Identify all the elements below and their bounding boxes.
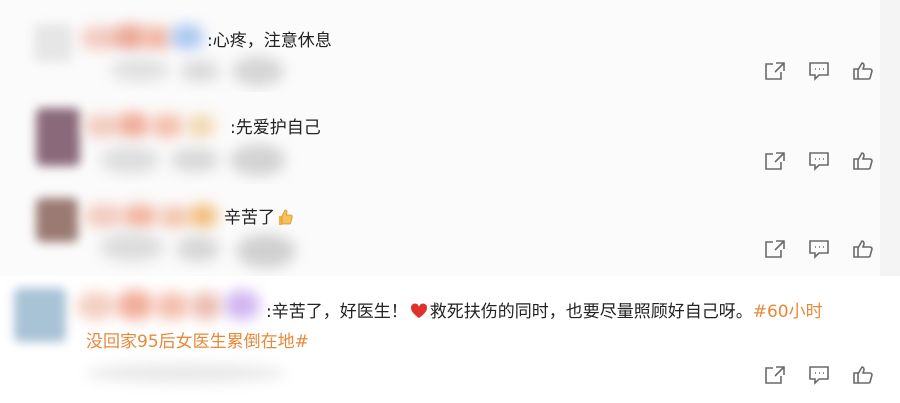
blurred-username <box>116 112 150 138</box>
share-icon[interactable] <box>762 150 788 172</box>
blurred-timestamp <box>110 58 170 82</box>
share-icon[interactable] <box>762 364 788 386</box>
hashtag-link[interactable]: 没回家95后女医生累倒在地# <box>86 332 309 352</box>
blurred-timestamp <box>176 236 220 262</box>
comment-actions <box>762 150 876 172</box>
blurred-username <box>84 114 120 138</box>
avatar[interactable] <box>36 198 78 242</box>
avatar[interactable] <box>14 288 66 342</box>
comment-actions <box>762 238 876 260</box>
thumbs-up-icon[interactable] <box>850 150 876 172</box>
avatar[interactable] <box>36 108 80 166</box>
blurred-timestamp <box>170 148 220 172</box>
blurred-username <box>76 292 116 320</box>
blurred-timestamp <box>100 146 160 174</box>
blurred-timestamp <box>230 144 286 176</box>
comment-actions <box>762 364 876 386</box>
page-edge <box>880 0 900 276</box>
comment-text-line2: 没回家95后女医生累倒在地# <box>86 330 309 354</box>
avatar[interactable] <box>34 24 72 62</box>
thumbs-up-icon[interactable] <box>850 364 876 386</box>
blurred-username <box>158 206 190 228</box>
blurred-username <box>188 204 218 228</box>
comment-icon[interactable] <box>806 364 832 386</box>
blurred-username <box>116 290 154 320</box>
blurred-username <box>150 114 184 138</box>
comment-text: :辛苦了，好医生！ 救死扶伤的同时，也要尽量照顾好自己呀。#60小时 <box>266 302 823 322</box>
blurred-timestamp <box>180 60 220 82</box>
blurred-username <box>186 114 216 138</box>
blurred-username <box>170 24 204 50</box>
blurred-timestamp <box>100 232 164 262</box>
comment-icon[interactable] <box>806 150 832 172</box>
blurred-timestamp <box>232 56 284 86</box>
share-icon[interactable] <box>762 238 788 260</box>
blurred-username <box>84 204 124 228</box>
blurred-username <box>142 26 172 50</box>
comment-item: :先爱护自己 <box>0 92 880 184</box>
comment-text: :心疼，注意休息 <box>207 31 332 51</box>
blurred-username <box>154 292 190 320</box>
blurred-timestamp <box>236 234 296 268</box>
thumbs-up-emoji-icon <box>279 209 293 225</box>
comment-actions <box>762 60 876 82</box>
comment-icon[interactable] <box>806 238 832 260</box>
heart-emoji-icon <box>410 303 427 318</box>
comment-item: :心疼，注意休息 <box>0 0 880 92</box>
blurred-username <box>190 292 222 320</box>
comment-item: :辛苦了，好医生！ 救死扶伤的同时，也要尽量照顾好自己呀。#60小时 没回家95后… <box>0 276 900 403</box>
thumbs-up-icon[interactable] <box>850 60 876 82</box>
blurred-username <box>224 290 260 320</box>
thumbs-up-icon[interactable] <box>850 238 876 260</box>
blurred-username <box>122 204 158 228</box>
comment-item: 辛苦了 <box>0 184 880 276</box>
comment-text: :先爱护自己 <box>230 118 321 138</box>
share-icon[interactable] <box>762 60 788 82</box>
hashtag-link[interactable]: #60小时 <box>753 302 823 322</box>
comment-text: 辛苦了 <box>224 206 293 230</box>
comment-icon[interactable] <box>806 60 832 82</box>
blurred-timestamp <box>86 364 286 382</box>
